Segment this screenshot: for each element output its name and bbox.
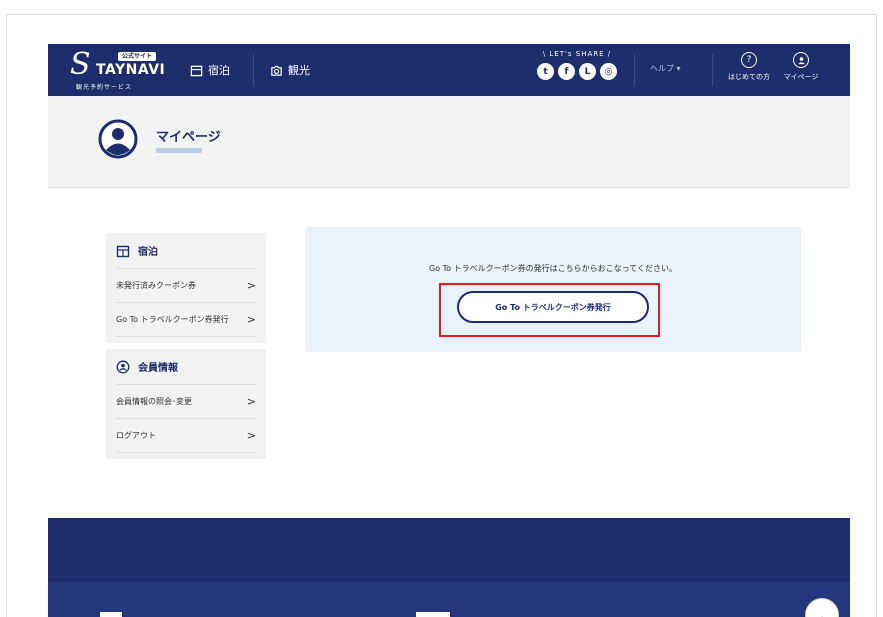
hotel-icon <box>116 245 130 257</box>
question-icon: ? <box>741 52 757 68</box>
camera-icon <box>271 65 282 76</box>
twitter-icon[interactable]: t <box>537 63 554 80</box>
sidebar-item-logout[interactable]: ログアウト > <box>116 419 256 453</box>
site-window: S 公式サイト TAYNAVI 観光予約サービス 宿泊 観光 \ LET's S… <box>48 44 850 617</box>
sidebar-item-member-info[interactable]: 会員情報の照会･変更 > <box>116 385 256 419</box>
sidebar: 宿泊 未発行済みクーポン券 > Go To トラベルクーポン券発行 > 会員情報… <box>106 233 266 465</box>
header-bar: S 公式サイト TAYNAVI 観光予約サービス 宿泊 観光 \ LET's S… <box>48 44 850 96</box>
footer-link-placeholder <box>416 612 450 617</box>
line-icon[interactable]: L <box>579 63 596 80</box>
chevron-up-icon: ︿ <box>815 608 828 617</box>
chevron-right-icon: > <box>246 429 256 442</box>
hotel-icon <box>190 65 203 76</box>
member-icon <box>116 360 130 373</box>
sidebar-item-label: 会員情報の照会･変更 <box>116 397 192 406</box>
chevron-right-icon: > <box>246 313 256 326</box>
nav-divider <box>253 54 254 86</box>
page-title: マイページ <box>156 130 221 145</box>
logo-initial: S <box>70 47 91 82</box>
sidebar-heading-label: 会員情報 <box>138 363 178 374</box>
profile-banner: マイページ <box>48 96 850 188</box>
instagram-icon[interactable]: ◎ <box>600 63 617 80</box>
sidebar-section-stay: 宿泊 未発行済みクーポン券 > Go To トラベルクーポン券発行 > <box>106 233 266 343</box>
share-label: \ LET's SHARE / <box>542 50 612 58</box>
issue-coupon-button[interactable]: Go To トラベルクーポン券発行 <box>457 291 649 323</box>
footer-band <box>48 518 850 582</box>
facebook-icon[interactable]: f <box>558 63 575 80</box>
sidebar-heading-label: 宿泊 <box>138 247 158 258</box>
coupon-card: Go To トラベルクーポン券の発行はこちらからおこなってください。 Go To… <box>305 227 801 352</box>
user-id-redacted <box>156 148 202 153</box>
logo-subtitle: 観光予約サービス <box>76 84 133 91</box>
mypage-button[interactable]: マイページ <box>776 52 826 90</box>
help-menu[interactable]: ヘルプ ▾ <box>650 63 681 74</box>
sidebar-heading-member: 会員情報 <box>116 349 256 385</box>
nav-sightseeing[interactable]: 観光 <box>270 61 310 79</box>
beginners-guide-label: はじめての方 <box>728 73 770 81</box>
footer-link-placeholder <box>100 612 122 617</box>
sidebar-item-unissued-coupons[interactable]: 未発行済みクーポン券 > <box>116 269 256 303</box>
coupon-message: Go To トラベルクーポン券の発行はこちらからおこなってください。 <box>429 264 677 273</box>
sidebar-section-member: 会員情報 会員情報の照会･変更 > ログアウト > <box>106 349 266 459</box>
logo-badge: 公式サイト <box>118 52 156 61</box>
nav-stay-label: 宿泊 <box>208 64 230 77</box>
sidebar-item-label: ログアウト <box>116 431 156 440</box>
nav-sightseeing-label: 観光 <box>288 64 310 77</box>
logo-wordmark: TAYNAVI <box>96 62 166 78</box>
nav-stay[interactable]: 宿泊 <box>190 61 230 79</box>
avatar-icon <box>98 119 138 159</box>
header-divider <box>712 54 713 86</box>
sidebar-item-label: Go To トラベルクーポン券発行 <box>116 315 229 324</box>
mypage-label: マイページ <box>783 73 819 81</box>
user-icon <box>793 52 809 68</box>
header-divider <box>634 54 635 86</box>
share-icons: t f L ◎ <box>532 63 622 80</box>
chevron-right-icon: > <box>246 279 256 292</box>
sidebar-item-goto-coupon-issue[interactable]: Go To トラベルクーポン券発行 > <box>116 303 256 337</box>
site-logo[interactable]: S 公式サイト TAYNAVI 観光予約サービス <box>70 47 180 92</box>
chevron-right-icon: > <box>246 395 256 408</box>
beginners-guide-button[interactable]: ? はじめての方 <box>724 52 774 90</box>
sidebar-item-label: 未発行済みクーポン券 <box>116 281 196 290</box>
sidebar-heading-stay: 宿泊 <box>116 233 256 269</box>
share-block: \ LET's SHARE / t f L ◎ <box>532 48 622 92</box>
